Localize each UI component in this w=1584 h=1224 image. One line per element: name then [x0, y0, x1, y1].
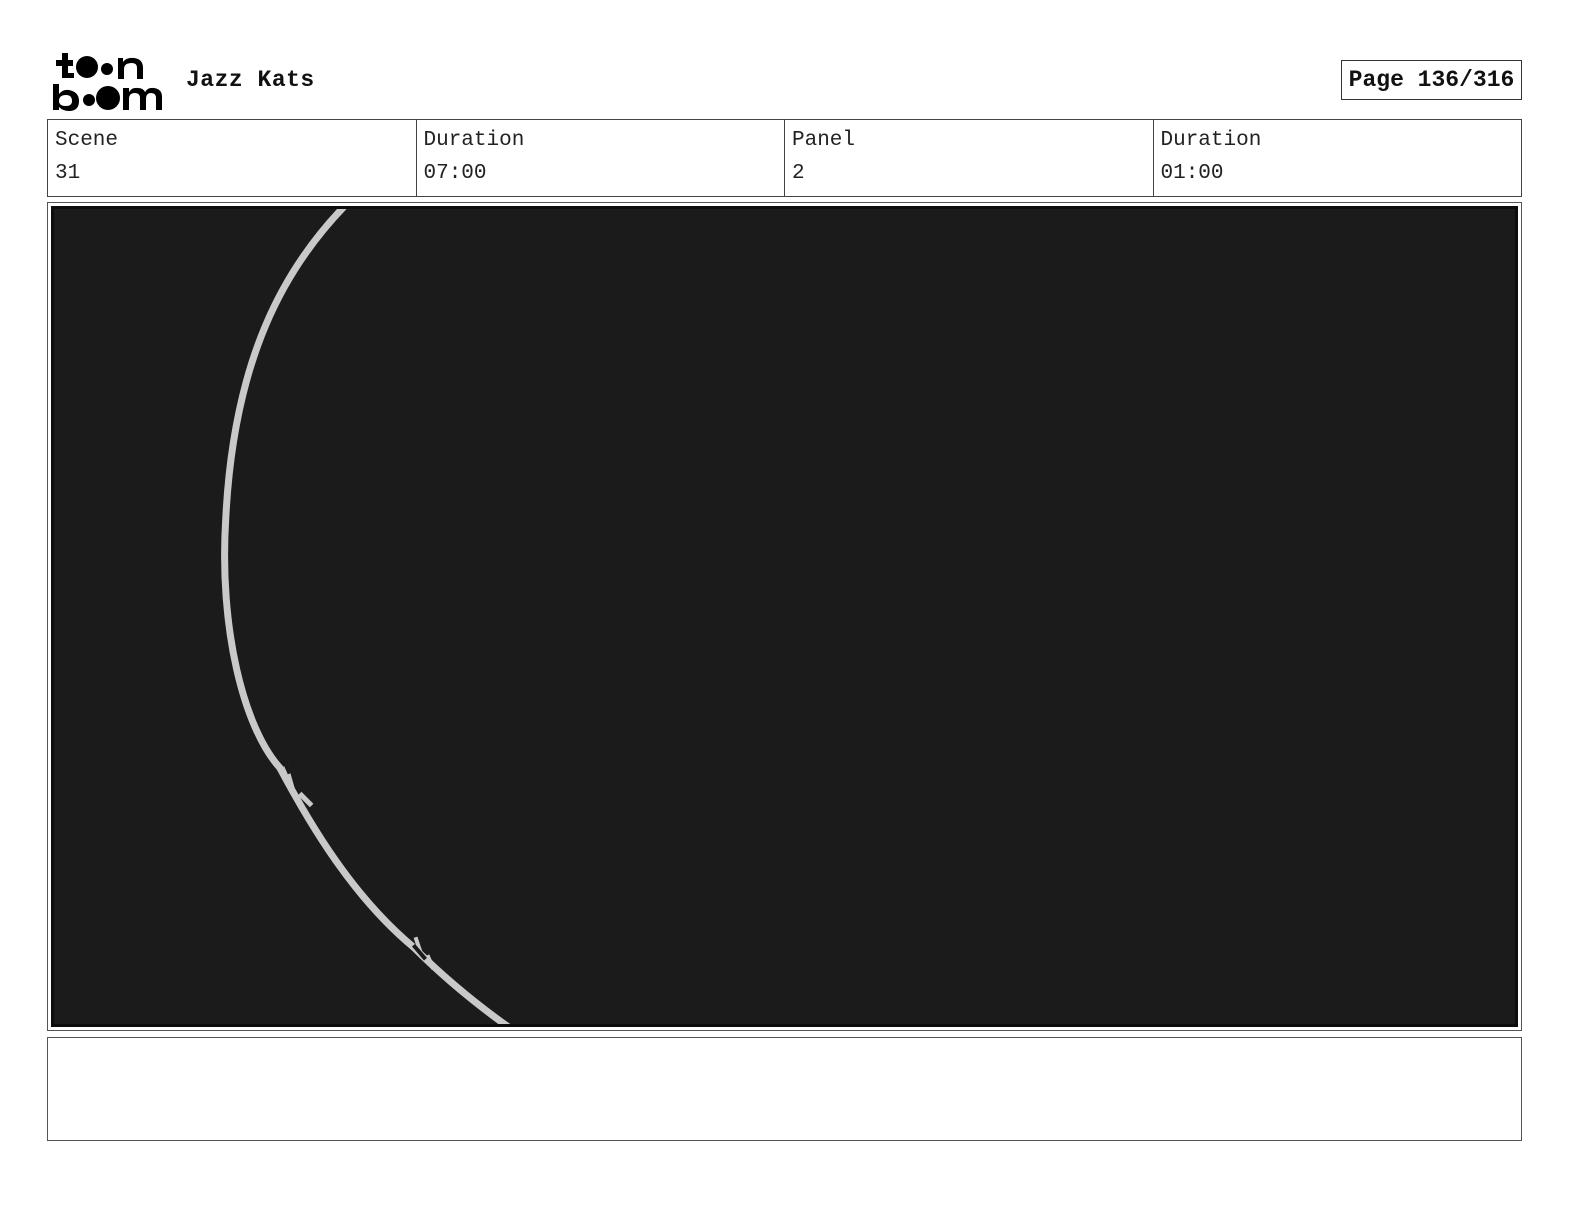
scene-duration-label: Duration: [423, 129, 525, 152]
scene-label: Scene: [55, 129, 119, 152]
panel-background: [54, 209, 1515, 1024]
panel-label: Panel: [792, 129, 856, 152]
panel-duration-label: Duration: [1160, 129, 1262, 152]
scene-duration-value: 07:00: [423, 162, 487, 185]
scene-duration-cell: Duration 07:00: [417, 120, 785, 196]
storyboard-panel-frame: [47, 202, 1522, 1031]
storyboard-panel-image: [51, 206, 1518, 1027]
panel-value: 2: [792, 162, 805, 185]
scene-cell: Scene 31: [48, 120, 417, 196]
panel-duration-value: 01:00: [1160, 162, 1224, 185]
scene-value: 31: [55, 162, 81, 185]
toon-boom-logo: [52, 50, 164, 112]
panel-cell: Panel 2: [785, 120, 1154, 196]
panel-notes-box: [47, 1037, 1522, 1141]
page-indicator: Page 136/316: [1341, 60, 1522, 100]
scene-info-table: Scene 31 Duration 07:00 Panel 2 Duration…: [47, 119, 1522, 197]
project-title: Jazz Kats: [186, 67, 315, 93]
panel-duration-cell: Duration 01:00: [1154, 120, 1522, 196]
